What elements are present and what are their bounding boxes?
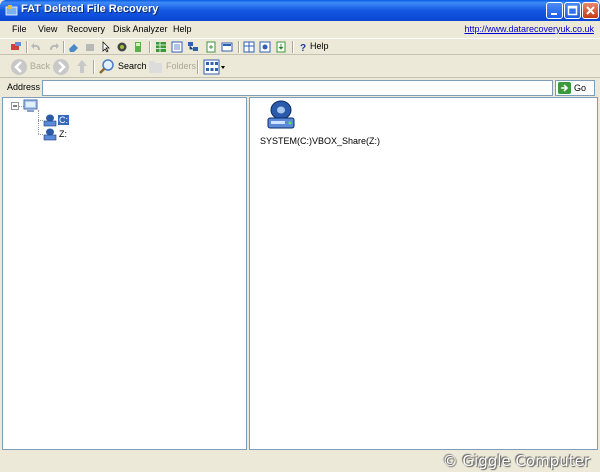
menu-recovery[interactable]: Recovery [67, 24, 105, 34]
back-button[interactable]: Back [30, 61, 50, 71]
eraser-icon[interactable] [68, 41, 80, 53]
toolbar-separator [149, 41, 151, 53]
tree-item-label: C: [58, 115, 69, 125]
watermark-text: © Giggle Computer [442, 452, 590, 470]
drive-icon [43, 128, 57, 141]
help-icon[interactable]: ? [297, 41, 309, 53]
address-label: Address [7, 82, 41, 92]
tree-line [38, 110, 40, 134]
status-bar: © Giggle Computer [0, 450, 600, 472]
delete-icon[interactable] [84, 41, 96, 53]
toolbar-separator [197, 60, 199, 74]
folders-button[interactable]: Folders [166, 61, 196, 71]
tree-collapse-toggle[interactable] [11, 102, 19, 110]
tree-item-z[interactable]: Z: [43, 127, 73, 141]
toolbar-separator [26, 41, 28, 53]
close-button[interactable] [582, 2, 599, 19]
undo-icon[interactable] [31, 41, 43, 53]
search-icon[interactable] [98, 58, 116, 76]
maximize-icon [567, 5, 578, 16]
menu-bar: File View Recovery Disk Analyzer Help ht… [0, 21, 600, 38]
menu-file[interactable]: File [12, 24, 27, 34]
tree-item-label: Z: [59, 129, 67, 139]
close-icon [586, 6, 595, 15]
drive-label: SYSTEM(C:) [260, 136, 313, 146]
drive-item-vbox-share-z[interactable]: VBOX_Share(Z:) [310, 100, 382, 146]
menu-help[interactable]: Help [173, 24, 192, 34]
refresh-icon[interactable] [275, 41, 287, 53]
my-computer-icon[interactable] [23, 99, 39, 113]
folder-tree-pane[interactable]: C: Z: [2, 97, 247, 450]
minimize-button[interactable] [546, 2, 563, 19]
drive-label: VBOX_Share(Z:) [312, 136, 381, 146]
address-input[interactable] [42, 80, 553, 96]
pointer-icon[interactable] [100, 41, 112, 53]
window-title: FAT Deleted File Recovery [21, 3, 159, 15]
title-bar[interactable]: FAT Deleted File Recovery [0, 0, 600, 21]
drive-icon [43, 114, 57, 127]
minimize-icon [551, 13, 557, 15]
hard-drive-icon [267, 100, 295, 129]
table-icon[interactable] [243, 41, 255, 53]
go-button[interactable]: Go [555, 80, 595, 96]
view-list-icon[interactable] [171, 41, 183, 53]
toolbar-separator [238, 41, 240, 53]
forward-arrow-icon[interactable] [52, 58, 70, 76]
up-folder-icon[interactable] [75, 58, 89, 76]
scan-icon[interactable] [116, 41, 128, 53]
website-link[interactable]: http://www.datarecoveryuk.co.uk [464, 24, 594, 34]
tree-item-c[interactable]: C: [43, 113, 73, 127]
drive-list-pane[interactable]: SYSTEM(C:) VBOX_Share(Z:) [249, 97, 598, 450]
view-grid-icon[interactable] [155, 41, 167, 53]
wizard-icon[interactable] [10, 41, 22, 53]
menu-disk-analyzer[interactable]: Disk Analyzer [113, 24, 168, 34]
views-dropdown-icon[interactable] [203, 58, 227, 76]
go-button-label: Go [574, 83, 587, 93]
main-toolbar: ? Help [0, 38, 600, 55]
back-arrow-icon[interactable] [10, 58, 28, 76]
search-button[interactable]: Search [118, 61, 147, 71]
app-icon [5, 5, 18, 16]
drive-item-system-c[interactable]: SYSTEM(C:) [258, 100, 314, 146]
export-icon[interactable] [205, 41, 217, 53]
toolbar-separator [93, 60, 95, 74]
menu-view[interactable]: View [38, 24, 57, 34]
address-bar: Address Go [0, 79, 600, 97]
folders-icon[interactable] [148, 58, 164, 76]
navigation-toolbar: Back Search Folders [0, 56, 600, 78]
redo-icon[interactable] [47, 41, 59, 53]
help-button-label[interactable]: Help [310, 41, 329, 51]
toolbar-separator [292, 41, 294, 53]
toolbar-separator [63, 41, 65, 53]
recover-icon[interactable] [132, 41, 144, 53]
maximize-button[interactable] [564, 2, 581, 19]
view-tree-icon[interactable] [187, 41, 199, 53]
details-icon[interactable] [221, 41, 233, 53]
properties-icon[interactable] [259, 41, 271, 53]
svg-text:?: ? [300, 43, 306, 53]
minus-icon [13, 105, 17, 107]
go-arrow-icon [558, 82, 571, 94]
